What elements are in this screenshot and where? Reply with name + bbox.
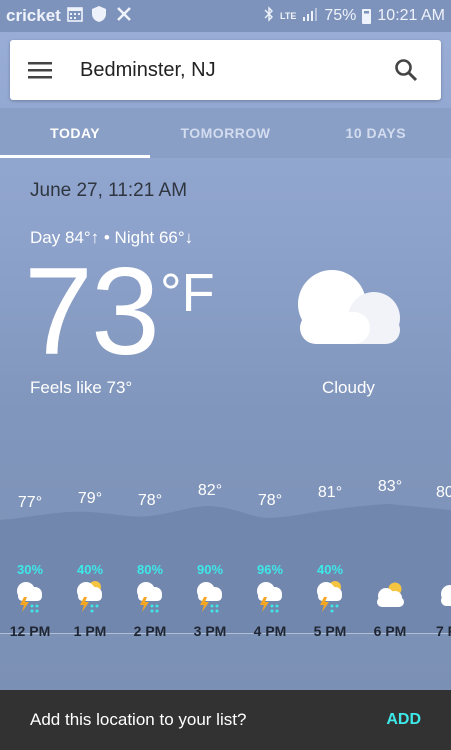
calendar-icon: [67, 6, 83, 27]
hourly-item[interactable]: 80 7 P: [420, 470, 451, 639]
hourly-precip: [436, 562, 451, 577]
hourly-time: 3 PM: [193, 623, 227, 639]
hourly-precip: 40%: [76, 562, 104, 577]
thunderstorm-icon: [137, 582, 162, 613]
forecast-tabs: TODAY TOMORROW 10 DAYS: [0, 108, 451, 158]
search-icon[interactable]: [371, 40, 441, 100]
carrier-name: cricket: [6, 6, 61, 25]
tab-10-days[interactable]: 10 DAYS: [301, 108, 451, 158]
hourly-item[interactable]: 83° 6 PM: [360, 470, 420, 639]
hourly-precip: 90%: [196, 562, 224, 577]
app-badge-icon: [115, 5, 133, 28]
hourly-precip: 80%: [136, 562, 164, 577]
cloudy-icon: [292, 268, 406, 353]
partly-sunny-icon: [377, 582, 404, 607]
feels-like: Feels like 73°: [30, 378, 133, 397]
hourly-time: 6 PM: [373, 623, 407, 639]
hourly-time: 7 P: [436, 623, 451, 639]
cloudy-icon: [441, 585, 451, 606]
hourly-temp: 79°: [77, 490, 103, 507]
thunderstorm-icon: [197, 582, 222, 613]
thunderstorm-partly-sunny-icon: [317, 581, 342, 613]
hourly-time: 2 PM: [133, 623, 167, 639]
hourly-item[interactable]: 77° 30% 12 PM: [0, 470, 60, 639]
add-button[interactable]: ADD: [386, 711, 421, 729]
tab-tomorrow[interactable]: TOMORROW: [150, 108, 300, 158]
hourly-item[interactable]: 82° 90% 3 PM: [180, 470, 240, 639]
battery-percent: 75%: [324, 7, 357, 24]
shield-icon: [91, 5, 107, 28]
bluetooth-icon: [264, 5, 274, 27]
location-name[interactable]: Bedminster, NJ: [70, 59, 371, 82]
status-time: 10:21 AM: [377, 7, 445, 24]
hourly-item[interactable]: 78° 80% 2 PM: [120, 470, 180, 639]
battery-icon: [362, 8, 372, 24]
status-bar: cricket LTE 75% 10:21 AM: [0, 0, 451, 32]
thunderstorm-icon: [17, 582, 42, 613]
signal-icon: [302, 7, 318, 26]
hourly-temp: 82°: [197, 482, 223, 499]
hourly-time: 1 PM: [73, 623, 107, 639]
hourly-forecast[interactable]: 77° 30% 12 PM 79° 40% 1 PM 78° 80% 2 PM …: [0, 470, 451, 690]
hourly-temp: 81°: [317, 484, 343, 501]
thunderstorm-partly-sunny-icon: [77, 581, 102, 613]
temperature-unit: °F: [160, 263, 215, 323]
lte-label: LTE: [280, 11, 297, 21]
thunderstorm-icon: [257, 582, 282, 613]
hourly-precip: [360, 562, 420, 577]
snackbar-message: Add this location to your list?: [30, 710, 247, 729]
hourly-temp: 83°: [377, 478, 403, 495]
hourly-item[interactable]: 81° 40% 5 PM: [300, 470, 360, 639]
current-condition: Cloudy: [322, 378, 375, 397]
hourly-temp: 80: [436, 484, 451, 501]
hourly-temp: 77°: [17, 494, 43, 511]
hourly-temp: 78°: [257, 492, 283, 509]
add-location-snackbar: Add this location to your list? ADD: [0, 690, 451, 750]
hourly-temp: 78°: [137, 492, 163, 509]
hourly-time: 12 PM: [9, 623, 51, 639]
current-temperature: 73: [24, 243, 160, 381]
hourly-precip: 30%: [16, 562, 44, 577]
current-date: June 27, 11:21 AM: [30, 180, 188, 201]
menu-icon[interactable]: [10, 40, 70, 100]
hourly-time: 5 PM: [313, 623, 347, 639]
hourly-item[interactable]: 78° 96% 4 PM: [240, 470, 300, 639]
hourly-time: 4 PM: [253, 623, 287, 639]
hourly-precip: 96%: [256, 562, 284, 577]
search-bar[interactable]: Bedminster, NJ: [10, 40, 441, 100]
hourly-precip: 40%: [316, 562, 344, 577]
tab-today[interactable]: TODAY: [0, 108, 151, 158]
hourly-item[interactable]: 79° 40% 1 PM: [60, 470, 120, 639]
